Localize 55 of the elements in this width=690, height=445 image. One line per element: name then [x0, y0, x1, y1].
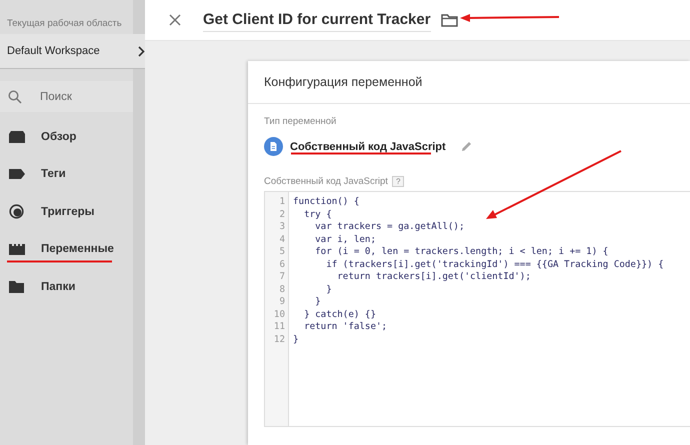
code-line: function() { — [293, 196, 360, 208]
code-line: } — [325, 284, 333, 296]
document-icon — [264, 137, 283, 156]
field-label: Собственный код JavaScript — [264, 176, 388, 187]
code-line: } — [293, 334, 300, 346]
folder-icon — [9, 280, 24, 293]
trigger-icon — [9, 204, 24, 220]
code-line: } — [314, 296, 322, 308]
variable-type[interactable]: Собственный код JavaScript — [290, 140, 446, 152]
line-number: 7 — [278, 271, 286, 284]
line-number: 11 — [272, 321, 286, 334]
line-number: 12 — [272, 334, 286, 346]
field-label: Тип переменной — [264, 116, 338, 127]
code-line: for (i = 0, len = trackers.length; i < len; i += 1) { — [314, 246, 610, 258]
line-number: 5 — [278, 246, 286, 258]
close-icon[interactable] — [169, 14, 181, 26]
code-editor[interactable] — [264, 191, 690, 427]
nav-label: Папки — [41, 280, 76, 293]
nav-label: Триггеры — [41, 206, 95, 218]
workspace-label: Текущая рабочая область — [6, 17, 123, 31]
code-line: var i, len; — [314, 234, 377, 246]
line-number: 8 — [278, 284, 286, 296]
search-icon — [8, 90, 22, 104]
title-field[interactable]: Get Client ID for current Tracker — [203, 8, 431, 32]
line-number: 3 — [278, 221, 286, 234]
code-line: return trackers[i].get('clientId'); — [336, 271, 532, 284]
tag-icon — [9, 169, 25, 180]
line-number: 6 — [278, 258, 286, 271]
line-number: 9 — [278, 296, 286, 308]
folder-icon[interactable] — [440, 14, 458, 26]
chevron-icon — [138, 46, 145, 56]
nav-item[interactable]: Папки — [0, 268, 133, 306]
nav-label: Теги — [41, 168, 66, 180]
code-line: return 'false'; — [303, 321, 388, 334]
pencil-icon[interactable] — [460, 141, 472, 152]
code-line: try { — [303, 208, 333, 221]
code-line: } catch(e) {} — [303, 308, 377, 321]
code-line: if (trackers[i].get('trackingId') === {{GA Tracking Code}}) { — [325, 258, 664, 271]
line-number: 10 — [272, 308, 286, 321]
search-bar[interactable]: Поиск — [0, 81, 133, 112]
search-field[interactable]: Поиск — [38, 90, 122, 104]
code-line: var trackers = ga.getAll(); — [314, 221, 466, 234]
nav-label: Переменные — [41, 243, 114, 256]
nav-item[interactable]: Переменные — [0, 230, 133, 268]
line-number: 2 — [278, 208, 286, 221]
line-number: 1 — [278, 196, 286, 208]
line-number: 4 — [278, 234, 286, 246]
nav-item[interactable]: Триггеры — [0, 193, 133, 230]
blocks-icon — [9, 244, 25, 255]
nav-item[interactable]: Теги — [0, 156, 133, 193]
nav-item[interactable]: Обзор — [0, 118, 133, 156]
workspace-selector[interactable]: Default Workspace — [0, 34, 145, 69]
folder-icon — [9, 130, 25, 143]
nav-label: Обзор — [41, 130, 76, 143]
card-title: Конфигурация переменной — [248, 61, 690, 104]
